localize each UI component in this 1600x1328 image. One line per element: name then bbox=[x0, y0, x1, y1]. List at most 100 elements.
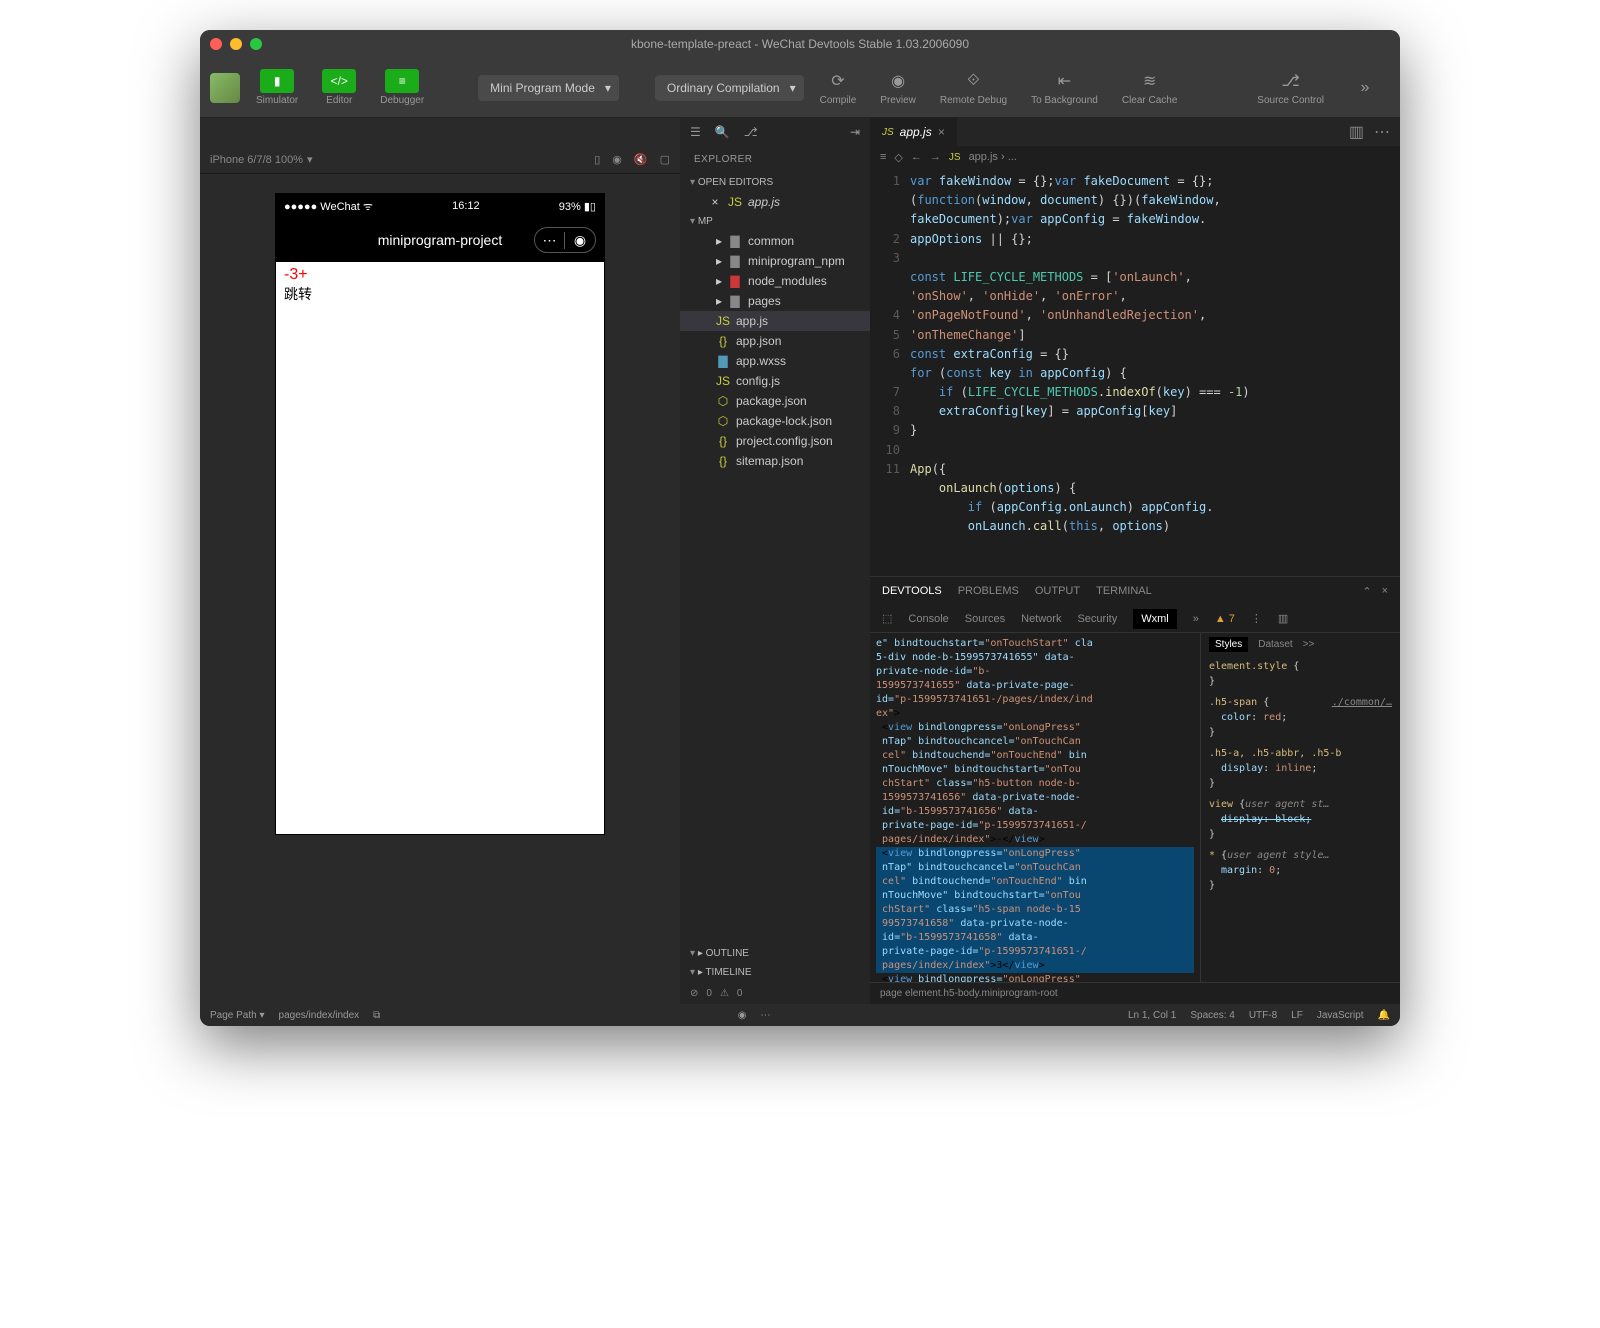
statusbar: Page Path ▾ pages/index/index ⧉ ◉ ⋯ Ln 1… bbox=[200, 1004, 1400, 1026]
more-icon[interactable]: ⋯ bbox=[535, 232, 565, 249]
styles-body[interactable]: element.style {} .h5-span { ./common/…co… bbox=[1201, 655, 1400, 982]
page-path-value[interactable]: pages/index/index bbox=[279, 1010, 360, 1021]
compilation-dropdown[interactable]: Ordinary Compilation bbox=[655, 75, 804, 101]
root-folder[interactable]: MP bbox=[680, 212, 870, 231]
maximize-icon[interactable] bbox=[250, 38, 262, 50]
remote-debug-button[interactable]: ⟐Remote Debug bbox=[932, 65, 1015, 110]
window-title: kbone-template-preact - WeChat Devtools … bbox=[631, 37, 969, 51]
cursor-position[interactable]: Ln 1, Col 1 bbox=[1128, 1010, 1176, 1021]
outline-section[interactable]: ▸ OUTLINE bbox=[680, 944, 870, 963]
tab-app-js[interactable]: JS app.js × bbox=[870, 118, 957, 146]
subtab-security[interactable]: Security bbox=[1077, 613, 1117, 625]
subtab-wxml[interactable]: Wxml bbox=[1133, 609, 1177, 629]
device-selector[interactable]: iPhone 6/7/8 100% bbox=[210, 154, 303, 166]
devtools-breadcrumb[interactable]: page element.h5-body.miniprogram-root bbox=[870, 982, 1400, 1004]
close-tab-icon[interactable]: × bbox=[938, 125, 945, 139]
more-subtabs-icon[interactable]: » bbox=[1193, 613, 1199, 625]
editor-button[interactable]: </>Editor bbox=[314, 65, 364, 110]
folder-pages[interactable]: ▸▇pages bbox=[680, 291, 870, 311]
record-icon[interactable]: ◉ bbox=[612, 153, 622, 166]
folder-common[interactable]: ▸▇common bbox=[680, 231, 870, 251]
file-package-lock-json[interactable]: ⬡package-lock.json bbox=[680, 411, 870, 431]
encoding[interactable]: UTF-8 bbox=[1249, 1010, 1277, 1021]
tab-output[interactable]: OUTPUT bbox=[1035, 585, 1080, 597]
mode-dropdown[interactable]: Mini Program Mode bbox=[478, 75, 619, 101]
split-editor-icon[interactable]: ▥ bbox=[1349, 122, 1364, 142]
capsule-button[interactable]: ⋯ ◉ bbox=[534, 227, 596, 253]
rotate-icon[interactable]: ▢ bbox=[660, 153, 670, 166]
page-path-label[interactable]: Page Path ▾ bbox=[210, 1010, 265, 1021]
dock-icon[interactable]: ▥ bbox=[1278, 612, 1288, 625]
code-content[interactable]: var fakeWindow = {};var fakeDocument = {… bbox=[910, 168, 1400, 576]
language[interactable]: JavaScript bbox=[1317, 1010, 1364, 1021]
jump-link[interactable]: 跳转 bbox=[284, 284, 596, 304]
compile-button[interactable]: ⟳Compile bbox=[812, 65, 865, 110]
collapse-icon[interactable]: ⇥ bbox=[850, 125, 860, 139]
copy-icon[interactable]: ⧉ bbox=[373, 1010, 380, 1021]
mute-icon[interactable]: 🔇 bbox=[634, 153, 648, 166]
bell-icon[interactable]: 🔔 bbox=[1378, 1010, 1390, 1021]
dataset-tab[interactable]: Dataset bbox=[1258, 639, 1292, 650]
main-toolbar: ▮Simulator </>Editor ≡Debugger Mini Prog… bbox=[200, 58, 1400, 118]
warning-badge[interactable]: ▲ 7 bbox=[1215, 613, 1235, 625]
phone-body[interactable]: -3+ 跳转 bbox=[276, 262, 604, 834]
main-area: iPhone 6/7/8 100% ▾ ▯ ◉ 🔇 ▢ ●●●●● WeChat… bbox=[200, 118, 1400, 1004]
file-package-json[interactable]: ⬡package.json bbox=[680, 391, 870, 411]
more-editor-icon[interactable]: ⋯ bbox=[1374, 122, 1390, 142]
code-editor[interactable]: 1234567891011 var fakeWindow = {};var fa… bbox=[870, 168, 1400, 576]
minimize-icon[interactable] bbox=[230, 38, 242, 50]
wxml-tree[interactable]: e" bindtouchstart="onTouchStart" cla 5-d… bbox=[870, 633, 1200, 982]
simulator-subbar: iPhone 6/7/8 100% ▾ ▯ ◉ 🔇 ▢ bbox=[200, 146, 680, 174]
bookmark-icon[interactable]: ◇ bbox=[894, 151, 902, 164]
more-button[interactable]: » bbox=[1340, 72, 1390, 104]
problems-status[interactable]: ⊘0 ⚠0 bbox=[680, 982, 870, 1004]
folder-miniprogram-npm[interactable]: ▸▇miniprogram_npm bbox=[680, 251, 870, 271]
spaces-setting[interactable]: Spaces: 4 bbox=[1190, 1010, 1234, 1021]
eye-icon[interactable]: ◉ bbox=[738, 1010, 747, 1021]
target-icon[interactable]: ◉ bbox=[565, 232, 595, 249]
warning-icon: ⚠ bbox=[720, 988, 729, 999]
more-styles-icon[interactable]: >> bbox=[1303, 639, 1315, 650]
subtab-console[interactable]: Console bbox=[908, 613, 948, 625]
close-icon[interactable] bbox=[210, 38, 222, 50]
subtab-network[interactable]: Network bbox=[1021, 613, 1061, 625]
subtab-sources[interactable]: Sources bbox=[965, 613, 1005, 625]
close-devtools-icon[interactable]: × bbox=[1382, 585, 1388, 598]
search-icon[interactable]: 🔍 bbox=[715, 125, 730, 139]
tab-problems[interactable]: PROBLEMS bbox=[958, 585, 1019, 597]
avatar[interactable] bbox=[210, 73, 240, 103]
file-app-js[interactable]: JSapp.js bbox=[680, 311, 870, 331]
inspect-icon[interactable]: ⬚ bbox=[882, 612, 892, 625]
device-icon[interactable]: ▯ bbox=[594, 153, 600, 166]
simulator-button[interactable]: ▮Simulator bbox=[248, 65, 306, 110]
styles-tab[interactable]: Styles bbox=[1209, 637, 1248, 652]
chevron-up-icon[interactable]: ⌃ bbox=[1362, 585, 1371, 598]
file-sitemap-json[interactable]: {}sitemap.json bbox=[680, 451, 870, 471]
open-editor-item[interactable]: ×JSapp.js bbox=[680, 192, 870, 212]
open-editors-section[interactable]: OPEN EDITORS bbox=[680, 173, 870, 192]
toggle-icon[interactable]: ≡ bbox=[880, 151, 886, 163]
file-project-config-json[interactable]: {}project.config.json bbox=[680, 431, 870, 451]
tab-terminal[interactable]: TERMINAL bbox=[1096, 585, 1152, 597]
file-app-wxss[interactable]: ▇app.wxss bbox=[680, 351, 870, 371]
file-config-js[interactable]: JSconfig.js bbox=[680, 371, 870, 391]
editor-breadcrumb[interactable]: ≡ ◇ ←→ JS app.js › ... bbox=[870, 146, 1400, 168]
branch-icon[interactable]: ⎇ bbox=[744, 125, 758, 139]
status-more-icon[interactable]: ⋯ bbox=[761, 1010, 771, 1021]
list-icon[interactable]: ☰ bbox=[690, 125, 701, 139]
timeline-section[interactable]: ▸ TIMELINE bbox=[680, 963, 870, 982]
folder-node-modules[interactable]: ▸▇node_modules bbox=[680, 271, 870, 291]
file-app-json[interactable]: {}app.json bbox=[680, 331, 870, 351]
kebab-icon[interactable]: ⋮ bbox=[1251, 612, 1262, 625]
clear-cache-button[interactable]: ≋Clear Cache bbox=[1114, 65, 1186, 110]
eol[interactable]: LF bbox=[1291, 1010, 1303, 1021]
traffic-lights bbox=[210, 38, 262, 50]
source-control-button[interactable]: ⎇Source Control bbox=[1249, 65, 1332, 110]
counter-text: -3+ bbox=[284, 266, 596, 284]
tab-devtools[interactable]: DEVTOOLS bbox=[882, 585, 942, 597]
simulator-pane: iPhone 6/7/8 100% ▾ ▯ ◉ 🔇 ▢ ●●●●● WeChat… bbox=[200, 118, 680, 1004]
debugger-button[interactable]: ≡Debugger bbox=[372, 65, 432, 110]
styles-pane: Styles Dataset >> element.style {} .h5-s… bbox=[1200, 633, 1400, 982]
preview-button[interactable]: ◉Preview bbox=[872, 65, 924, 110]
to-background-button[interactable]: ⇤To Background bbox=[1023, 65, 1106, 110]
